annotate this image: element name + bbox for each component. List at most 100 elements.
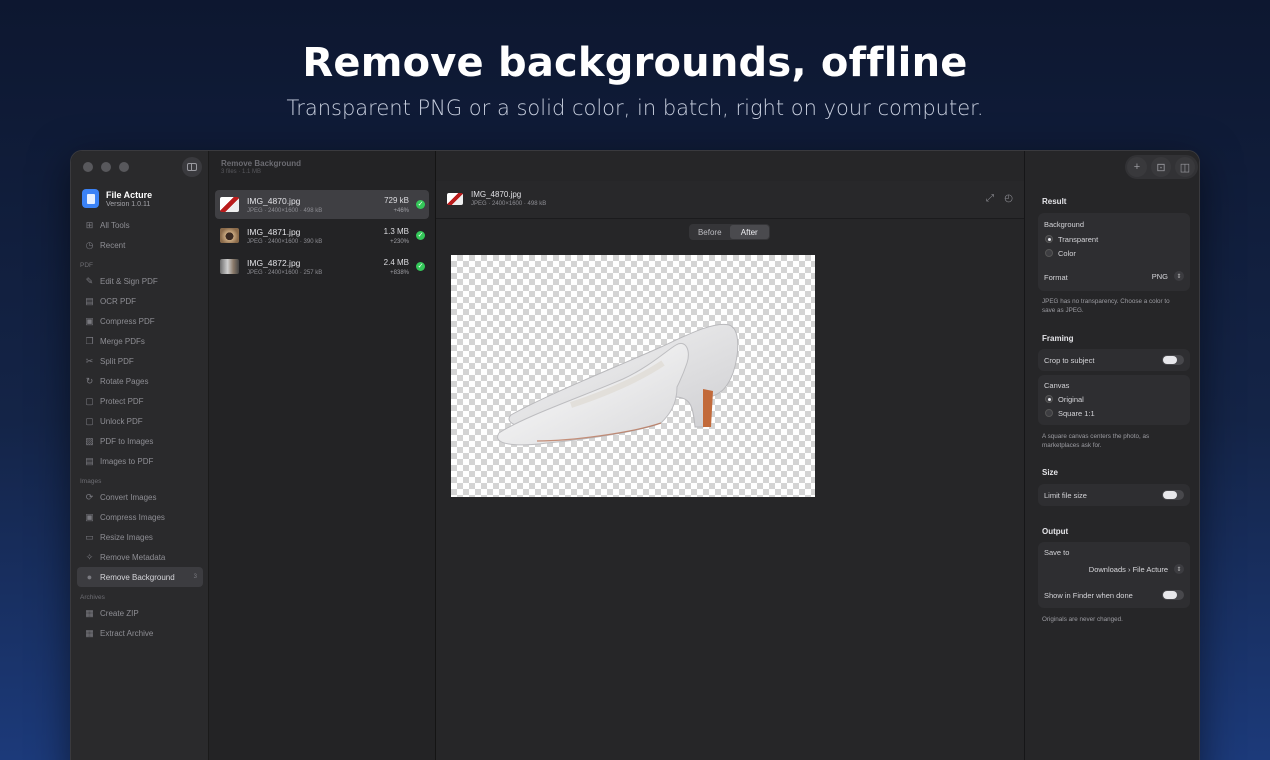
sidebar-item-remove-metadata[interactable]: ✧ Remove Metadata: [77, 547, 203, 567]
sidebar-item-create-zip[interactable]: ▦ Create ZIP: [77, 603, 203, 623]
sidebar-item-label: Remove Background: [100, 572, 175, 582]
resize-icon: ▭: [85, 531, 94, 542]
history-icon[interactable]: ◴: [1004, 193, 1013, 204]
sidebar-item-label: Edit & Sign PDF: [100, 276, 158, 286]
compress-icon: ▣: [85, 511, 94, 522]
output-size: 2.4 MB: [383, 258, 409, 267]
canvas-label: Canvas: [1044, 381, 1070, 390]
sidebar-item-recent[interactable]: ◷ Recent: [77, 235, 203, 255]
sidebar-item-remove-background[interactable]: ● Remove Background 3: [77, 567, 203, 587]
add-icon[interactable]: +: [1127, 157, 1147, 177]
color-radio[interactable]: [1045, 249, 1053, 257]
file-thumbnail: [220, 259, 239, 274]
sidebar-item-label: PDF to Images: [100, 436, 154, 446]
limit-size-toggle[interactable]: [1162, 490, 1184, 500]
window-controls: [83, 162, 129, 172]
file-thumbnail: [220, 228, 239, 243]
sidebar-item-label: Rotate Pages: [100, 376, 149, 386]
show-finder-toggle[interactable]: [1162, 590, 1184, 600]
after-tab[interactable]: After: [729, 225, 769, 239]
format-select[interactable]: PNG ⇕: [1152, 271, 1184, 281]
file-row[interactable]: IMG_4872.jpg JPEG · 2400×1600 · 257 kB 2…: [215, 252, 429, 281]
sidebar-item-label: Images to PDF: [100, 456, 154, 466]
sidebar-item-resize-images[interactable]: ▭ Resize Images: [77, 527, 203, 547]
sidebar-item-label: Unlock PDF: [100, 416, 143, 426]
file-list-title: Remove Background: [221, 159, 302, 168]
sidebar-item-label: All Tools: [100, 220, 130, 230]
sidebar-item-convert-images[interactable]: ⟳ Convert Images: [77, 487, 203, 507]
sidebar-item-compress-pdf[interactable]: ▣ Compress PDF: [77, 311, 203, 331]
crop-toggle[interactable]: [1162, 355, 1184, 365]
sidebar-icon: [187, 163, 197, 171]
result-card: Background Transparent Color Format PNG …: [1038, 213, 1190, 291]
sidebar-item-split-pdf[interactable]: ✂ Split PDF: [77, 351, 203, 371]
hero-subtitle: Transparent PNG or a solid color, in bat…: [286, 96, 984, 120]
section-header-images: Images: [80, 478, 102, 485]
sidebar-item-ocr-pdf[interactable]: ▤ OCR PDF: [77, 291, 203, 311]
sidebar-item-label: Compress Images: [100, 512, 165, 522]
output-size: 1.3 MB: [383, 227, 409, 236]
sidebar-toggle-button[interactable]: [182, 157, 202, 177]
section-result: Result: [1042, 197, 1067, 206]
inspector-toggle-icon[interactable]: ◫: [1175, 157, 1195, 177]
sidebar-item-edit-sign-pdf[interactable]: ✎ Edit & Sign PDF: [77, 271, 203, 291]
sidebar-item-label: Convert Images: [100, 492, 157, 502]
scissors-icon: ✂: [85, 355, 94, 366]
clock-icon: ◷: [85, 239, 94, 250]
canvas-card: Canvas Original Square 1:1: [1038, 375, 1190, 425]
sidebar-item-pdf-to-images[interactable]: ▨ PDF to Images: [77, 431, 203, 451]
show-finder-label: Show in Finder when done: [1044, 591, 1133, 600]
canvas-square-radio[interactable]: [1045, 409, 1053, 417]
transparent-radio[interactable]: [1045, 235, 1053, 243]
before-after-toggle: Before After: [689, 224, 770, 240]
chevron-updown-icon: ⇕: [1174, 564, 1184, 574]
sidebar-item-extract-archive[interactable]: ▦ Extract Archive: [77, 623, 203, 643]
file-name: IMG_4870.jpg: [247, 196, 301, 206]
sidebar-item-label: Split PDF: [100, 356, 134, 366]
sidebar-item-all-tools[interactable]: ⊞ All Tools: [77, 215, 203, 235]
pen-icon: ✎: [85, 275, 94, 286]
sidebar-item-label: Extract Archive: [100, 628, 154, 638]
file-name: IMG_4871.jpg: [247, 227, 301, 237]
convert-icon: ⟳: [85, 491, 94, 502]
file-row[interactable]: IMG_4871.jpg JPEG · 2400×1600 · 390 kB 1…: [215, 221, 429, 250]
document-icon: ▤: [85, 455, 94, 466]
sidebar-item-images-to-pdf[interactable]: ▤ Images to PDF: [77, 451, 203, 471]
save-to-label: Save to: [1044, 548, 1070, 557]
inspector-panel: + ⊡ ◫ Result Background Transparent Colo…: [1024, 151, 1199, 760]
sidebar: File Acture Version 1.0.11 ⊞ All Tools ◷…: [71, 151, 209, 760]
sidebar-item-merge-pdfs[interactable]: ❐ Merge PDFs: [77, 331, 203, 351]
format-note: JPEG has no transparency. Choose a color…: [1042, 298, 1170, 314]
file-row[interactable]: IMG_4870.jpg JPEG · 2400×1600 · 498 kB 7…: [215, 190, 429, 219]
preview-thumbnail: [447, 193, 463, 205]
zoom-window-button[interactable]: [119, 162, 129, 172]
canvas-original-radio[interactable]: [1045, 395, 1053, 403]
file-meta: JPEG · 2400×1600 · 390 kB: [247, 239, 323, 245]
file-meta: JPEG · 2400×1600 · 257 kB: [247, 270, 323, 276]
file-thumbnail: [220, 197, 239, 212]
sidebar-item-compress-images[interactable]: ▣ Compress Images: [77, 507, 203, 527]
file-meta: JPEG · 2400×1600 · 498 kB: [247, 208, 323, 214]
section-size: Size: [1042, 468, 1059, 477]
hero-title: Remove backgrounds, offline: [302, 40, 968, 86]
app-version: Version 1.0.11: [106, 200, 151, 208]
save-to-select[interactable]: Downloads › File Acture ⇕: [1089, 564, 1184, 574]
person-icon: ●: [86, 572, 93, 582]
sidebar-item-label: Resize Images: [100, 532, 153, 542]
photo-icon: ▨: [85, 435, 94, 446]
originals-note: Originals are never changed.: [1042, 616, 1123, 623]
checkmark-icon: ✓: [416, 200, 425, 209]
minimize-window-button[interactable]: [101, 162, 111, 172]
item-count-badge: 3: [193, 574, 197, 580]
text-scan-icon: ▤: [85, 295, 94, 306]
sidebar-item-unlock-pdf[interactable]: ▢ Unlock PDF: [77, 411, 203, 431]
before-tab[interactable]: Before: [690, 225, 730, 239]
select-subject-icon[interactable]: ⊡: [1151, 157, 1171, 177]
sidebar-item-rotate-pages[interactable]: ↻ Rotate Pages: [77, 371, 203, 391]
close-window-button[interactable]: [83, 162, 93, 172]
expand-icon[interactable]: ⤢: [986, 193, 994, 204]
sidebar-item-protect-pdf[interactable]: ▢ Protect PDF: [77, 391, 203, 411]
size-card: Limit file size: [1038, 484, 1190, 506]
size-change: +46%: [393, 208, 409, 214]
size-change: +838%: [390, 270, 409, 276]
